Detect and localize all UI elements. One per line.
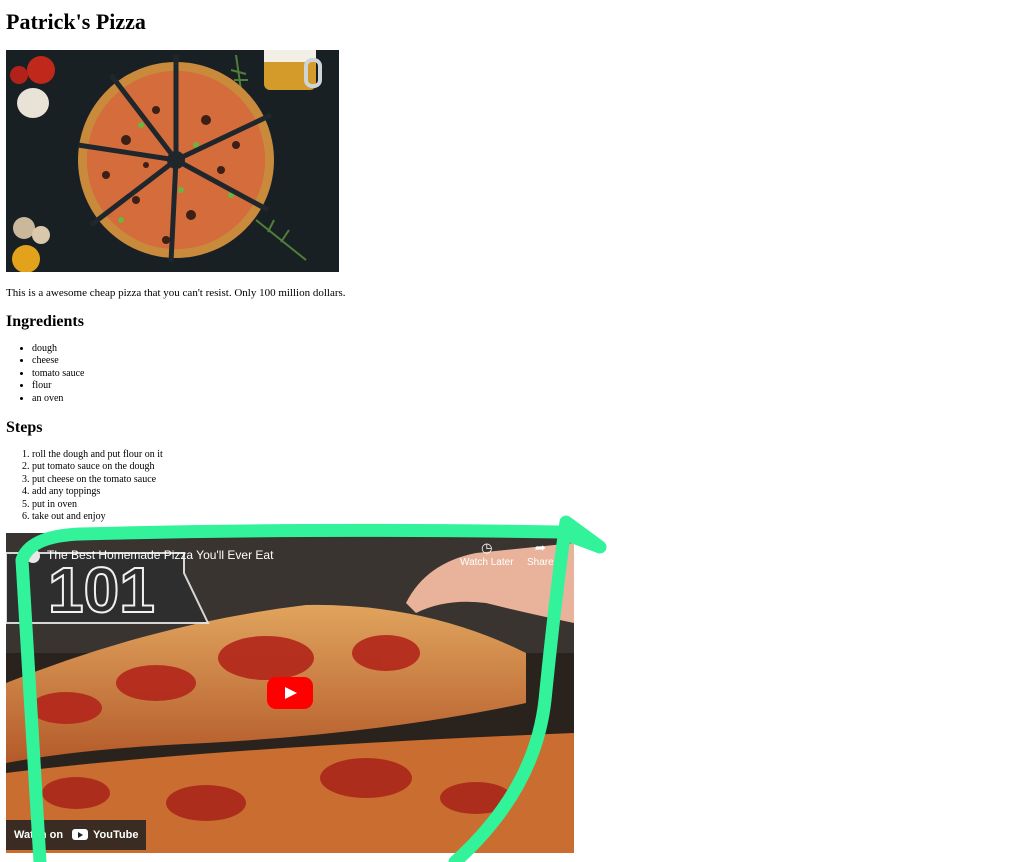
watch-on-youtube-link[interactable]: Watch on YouTube: [6, 820, 147, 850]
share-icon: ➦: [534, 540, 546, 555]
ingredient-item: cheese: [32, 355, 84, 367]
step-item: put tomato sauce on the dough: [32, 461, 163, 473]
watch-later-button[interactable]: ◷ Watch Later: [460, 539, 514, 568]
ingredient-item: flour: [32, 380, 84, 392]
ingredient-item: an oven: [32, 393, 84, 405]
recipe-page: Patrick's Pizza This is a awesome cheap …: [0, 0, 1024, 862]
step-item: take out and enjoy: [32, 511, 163, 523]
youtube-wordmark: YouTube: [93, 829, 139, 841]
youtube-embed[interactable]: 101 The Best Homemade Pizza You'll Ever …: [6, 533, 574, 853]
play-button[interactable]: [267, 677, 313, 709]
ingredients-heading: Ingredients: [6, 313, 84, 330]
step-item: put in oven: [32, 499, 163, 511]
page-title: Patrick's Pizza: [6, 9, 146, 34]
watch-later-label: Watch Later: [460, 557, 514, 568]
youtube-logo-icon: [72, 829, 89, 840]
step-item: put cheese on the tomato sauce: [32, 474, 163, 486]
steps-heading: Steps: [6, 419, 43, 436]
ingredients-list: dough cheese tomato sauce flour an oven: [6, 343, 84, 405]
pizza-photo: [6, 50, 339, 272]
step-item: add any toppings: [32, 486, 163, 498]
video-badge-text: 101: [48, 554, 155, 626]
step-item: roll the dough and put flour on it: [32, 449, 163, 461]
steps-list: roll the dough and put flour on it put t…: [6, 449, 163, 523]
channel-avatar[interactable]: [26, 549, 40, 563]
video-title[interactable]: The Best Homemade Pizza You'll Ever Eat: [47, 547, 273, 563]
recipe-description: This is a awesome cheap pizza that you c…: [6, 287, 346, 299]
clock-icon: ◷: [481, 540, 493, 555]
share-button[interactable]: ➦ Share: [527, 539, 554, 568]
ingredient-item: dough: [32, 343, 84, 355]
watch-on-label: Watch on: [14, 829, 64, 841]
ingredient-item: tomato sauce: [32, 368, 84, 380]
share-label: Share: [527, 557, 554, 568]
